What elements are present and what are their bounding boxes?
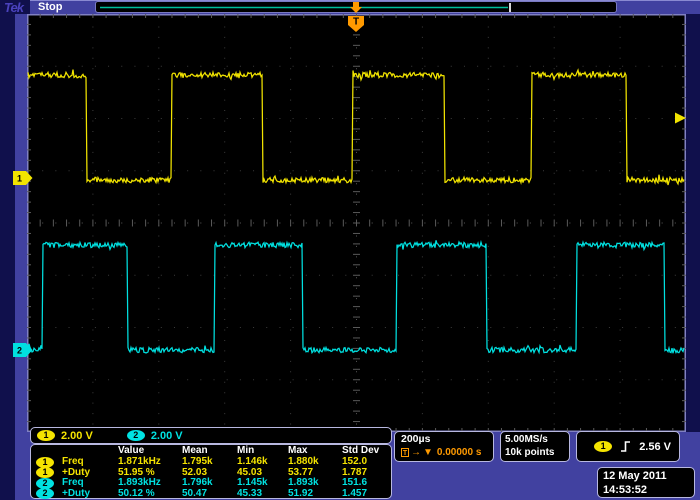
col-header-stddev: Std Dev xyxy=(342,446,392,457)
datetime-readout[interactable]: 12 May 2011 14:53:52 xyxy=(597,467,695,498)
col-header-value: Value xyxy=(118,446,182,457)
measure-min: 45.33 xyxy=(237,489,288,500)
trigger-readout[interactable]: 1 2.56 V xyxy=(576,431,680,462)
horizontal-readout[interactable]: 200µs T → ▼ 0.00000 s xyxy=(394,431,494,462)
measure-mean: 50.47 xyxy=(182,489,237,500)
ch2-badge: 2 xyxy=(36,488,54,499)
measurements-header-row: Value Mean Min Max Std Dev xyxy=(36,446,391,457)
trigger-icon: T xyxy=(401,448,409,457)
col-header-min: Min xyxy=(237,446,288,457)
time-per-div: 200µs xyxy=(401,433,487,445)
waveform-display: 12T xyxy=(0,0,700,500)
acquisition-status: Stop xyxy=(38,1,62,13)
date-label: 12 May 2011 xyxy=(603,469,689,483)
expansion-point-icon: ▼ xyxy=(423,447,433,458)
sample-rate: 5.00MS/s xyxy=(505,433,565,446)
acquisition-record-view xyxy=(95,1,617,13)
measurements-panel[interactable]: Value Mean Min Max Std Dev 1 Freq 1.871k… xyxy=(30,444,392,499)
measure-std: 1.457 xyxy=(342,489,392,500)
ch1-badge[interactable]: 1 xyxy=(37,430,55,441)
time-label: 14:53:52 xyxy=(603,483,689,497)
oscilloscope-screen: Tek Stop 12T 1 2.00 V 2 2.00 V Value Mea… xyxy=(0,0,700,500)
measurement-row-ch1-duty: 1 +Duty 51.95 % 52.03 45.03 53.77 1.787 xyxy=(36,467,391,478)
ch1-badge: 1 xyxy=(36,467,54,478)
tek-logo: Tek xyxy=(4,0,23,15)
trigger-level: 2.56 V xyxy=(639,441,671,453)
measurement-row-ch1-freq: 1 Freq 1.871kHz 1.795k 1.146k 1.880k 152… xyxy=(36,457,391,468)
channel-scale-bar[interactable]: 1 2.00 V 2 2.00 V xyxy=(30,427,392,444)
measurement-row-ch2-freq: 2 Freq 1.893kHz 1.796k 1.145k 1.893k 151… xyxy=(36,478,391,489)
measure-name: +Duty xyxy=(62,489,118,500)
col-header-mean: Mean xyxy=(182,446,237,457)
rising-edge-icon xyxy=(619,440,632,453)
measure-value: 50.12 % xyxy=(118,489,182,500)
ch1-scale: 2.00 V xyxy=(61,430,93,442)
trigger-delay: 0.00000 s xyxy=(437,447,482,458)
ch2-scale: 2.00 V xyxy=(151,430,183,442)
ch1-badge: 1 xyxy=(36,457,54,468)
arrow-right-icon: → xyxy=(411,447,421,458)
record-length: 10k points xyxy=(505,446,565,459)
col-header-max: Max xyxy=(288,446,342,457)
svg-text:T: T xyxy=(353,17,359,28)
measure-max: 51.92 xyxy=(288,489,342,500)
ch2-badge: 2 xyxy=(36,478,54,489)
trigger-source-badge: 1 xyxy=(594,441,612,452)
measurement-row-ch2-duty: 2 +Duty 50.12 % 50.47 45.33 51.92 1.457 xyxy=(36,488,391,499)
left-frame-strip xyxy=(15,14,28,432)
ch2-badge[interactable]: 2 xyxy=(127,430,145,441)
acquisition-readout[interactable]: 5.00MS/s 10k points xyxy=(500,431,570,462)
